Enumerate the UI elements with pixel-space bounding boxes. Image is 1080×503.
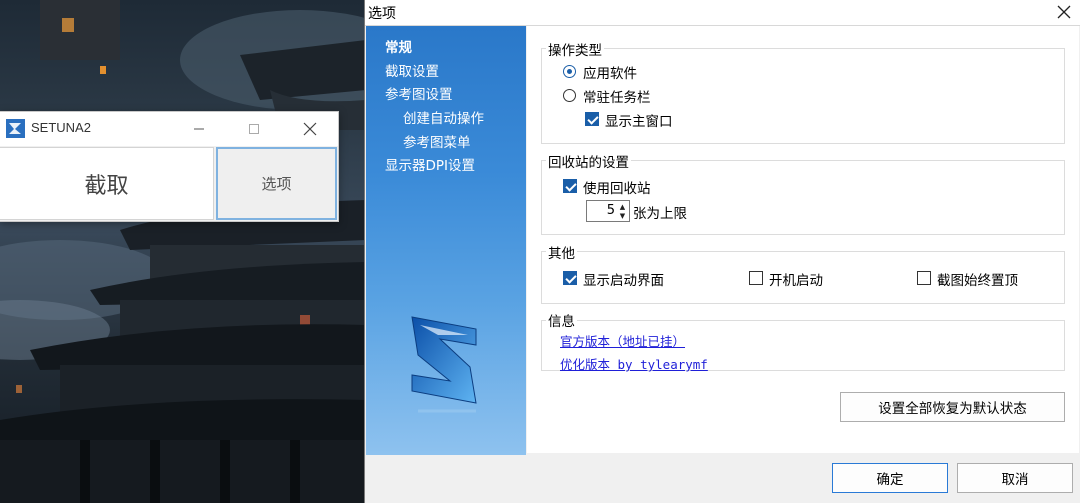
setuna-main-window: SETUNA2 截取 选项 bbox=[0, 111, 339, 222]
dialog-title: 选项 bbox=[368, 6, 396, 22]
options-sidebar: 常规 截取设置 参考图设置 创建自动操作 参考图菜单 显示器DPI设置 bbox=[366, 26, 526, 455]
close-icon[interactable] bbox=[292, 116, 328, 142]
pagoda-artwork bbox=[0, 0, 366, 503]
recycle-title: 回收站的设置 bbox=[546, 151, 631, 171]
stepper-down-icon[interactable]: ▼ bbox=[617, 211, 628, 220]
capture-button[interactable]: 截取 bbox=[0, 147, 214, 220]
checkbox-use-recycle[interactable] bbox=[563, 179, 577, 193]
checkbox-splash[interactable] bbox=[563, 271, 577, 285]
general-settings-panel: 操作类型 应用软件 常驻任务栏 显示主窗口 回收站的设置 使用回收站 5 ▲ ▼… bbox=[527, 26, 1079, 453]
recycle-group bbox=[541, 160, 1065, 235]
setuna-logo-icon bbox=[411, 316, 477, 413]
nav-item-auto-actions[interactable]: 创建自动操作 bbox=[403, 107, 484, 127]
checkbox-show-main-window-label[interactable]: 显示主窗口 bbox=[605, 110, 673, 130]
recycle-limit-stepper[interactable]: 5 ▲ ▼ bbox=[586, 200, 630, 222]
other-title: 其他 bbox=[546, 242, 577, 262]
operation-type-title: 操作类型 bbox=[546, 39, 604, 59]
setuna-window-title: SETUNA2 bbox=[31, 120, 91, 135]
checkbox-autostart[interactable] bbox=[749, 271, 763, 285]
info-title: 信息 bbox=[546, 310, 577, 330]
ok-button[interactable]: 确定 bbox=[832, 463, 948, 493]
recycle-limit-label: 张为上限 bbox=[633, 206, 687, 222]
nav-item-capture-settings[interactable]: 截取设置 bbox=[385, 60, 439, 80]
options-button[interactable]: 选项 bbox=[216, 147, 337, 220]
checkbox-splash-label[interactable]: 显示启动界面 bbox=[583, 269, 664, 289]
stepper-arrows[interactable]: ▲ ▼ bbox=[617, 202, 628, 220]
radio-app-mode[interactable] bbox=[563, 65, 576, 78]
setuna-app-icon bbox=[6, 119, 25, 138]
setuna-titlebar[interactable]: SETUNA2 bbox=[0, 112, 338, 146]
stepper-up-icon[interactable]: ▲ bbox=[617, 202, 628, 211]
reset-defaults-button[interactable]: 设置全部恢复为默认状态 bbox=[840, 392, 1065, 422]
radio-tray-mode[interactable] bbox=[563, 89, 576, 102]
dialog-close-icon[interactable] bbox=[1053, 0, 1075, 24]
checkbox-topmost-label[interactable]: 截图始终置顶 bbox=[937, 269, 1018, 289]
nav-item-general[interactable]: 常规 bbox=[385, 36, 412, 56]
checkbox-show-main-window[interactable] bbox=[585, 112, 599, 126]
dialog-titlebar[interactable]: 选项 bbox=[365, 0, 1080, 26]
maximize-icon[interactable] bbox=[236, 116, 272, 142]
cancel-button[interactable]: 取消 bbox=[957, 463, 1073, 493]
nav-item-reference-settings[interactable]: 参考图设置 bbox=[385, 83, 453, 103]
radio-app-mode-label[interactable]: 应用软件 bbox=[583, 62, 637, 82]
nav-item-dpi-settings[interactable]: 显示器DPI设置 bbox=[385, 154, 475, 174]
checkbox-autostart-label[interactable]: 开机启动 bbox=[769, 269, 823, 289]
options-dialog: 选项 常规 截取设置 参考图设置 创建自动操作 参考图菜单 显示器DPI设置 操… bbox=[364, 0, 1080, 503]
official-version-link[interactable]: 官方版本（地址已挂） bbox=[560, 331, 685, 350]
radio-tray-mode-label[interactable]: 常驻任务栏 bbox=[583, 86, 651, 106]
optimized-version-link[interactable]: 优化版本 by tylearymf bbox=[560, 354, 708, 373]
nav-item-reference-menu[interactable]: 参考图菜单 bbox=[403, 131, 471, 151]
checkbox-use-recycle-label[interactable]: 使用回收站 bbox=[583, 177, 651, 197]
recycle-limit-value[interactable]: 5 bbox=[607, 203, 615, 218]
minimize-icon[interactable] bbox=[181, 116, 217, 142]
desktop-wallpaper bbox=[0, 0, 366, 503]
checkbox-topmost[interactable] bbox=[917, 271, 931, 285]
